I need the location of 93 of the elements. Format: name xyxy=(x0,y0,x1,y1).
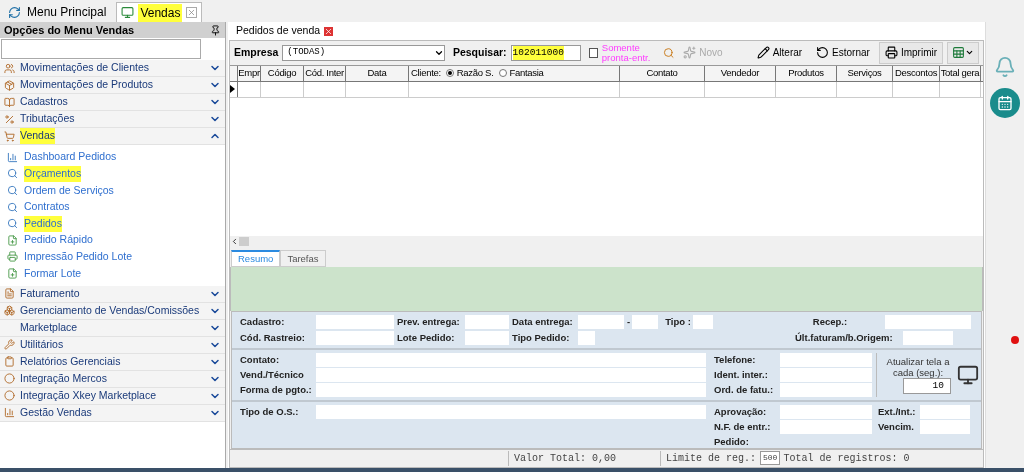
section-label: Gestão Vendas xyxy=(20,404,92,420)
menu-item[interactable]: Dashboard Pedidos xyxy=(0,149,225,166)
window-tab[interactable]: Vendas xyxy=(116,2,203,22)
field-label: Telefone: xyxy=(714,352,757,367)
section-label: Faturamento xyxy=(20,285,80,301)
section-label: Gerenciamento de Vendas/Comissões xyxy=(20,302,200,318)
field-label: Vencim. xyxy=(878,419,915,434)
window-tab[interactable]: Menu Principal xyxy=(4,2,113,22)
field-label: Ord. de fatu.: xyxy=(714,382,775,397)
menu-item[interactable]: Orçamentos xyxy=(0,165,225,183)
field-label: Lote Pedido: xyxy=(397,330,456,345)
column-header[interactable]: Data xyxy=(346,65,409,81)
item-label: Contratos xyxy=(24,199,70,215)
field-label: Tipo Pedido: xyxy=(512,330,571,345)
panel-title: Opções do Menu Vendas xyxy=(4,22,135,38)
tab-label: Menu Principal xyxy=(26,4,108,21)
column-header[interactable]: Serviços xyxy=(837,65,893,81)
column-header[interactable]: Total gera xyxy=(940,65,981,81)
section-label: Integração Xkey Marketplace xyxy=(20,387,156,403)
menu-item[interactable]: Contratos xyxy=(0,198,225,216)
column-header[interactable]: Produtos xyxy=(776,65,837,81)
field-label: Prev. entrega: xyxy=(397,314,461,329)
menu-section[interactable]: Movimentações de Clientes xyxy=(0,60,225,77)
column-header[interactable]: Empr xyxy=(238,65,261,81)
radio-option[interactable]: Fantasia xyxy=(498,66,544,81)
menu-item[interactable]: Pedidos xyxy=(0,215,225,232)
tab[interactable]: Tarefas xyxy=(280,250,326,268)
record-count: Total de registros: 0 xyxy=(783,452,910,466)
item-label: Orçamentos xyxy=(24,166,82,182)
toolbar-button[interactable]: Estornar xyxy=(811,41,875,64)
checkbox-label: Somente pronta-entr. xyxy=(601,42,652,63)
section-label: Movimentações de Clientes xyxy=(20,60,149,76)
column-header[interactable]: Cliente: Razão S. Fantasia xyxy=(409,65,620,81)
field-label: Forma de pgto.: xyxy=(240,382,313,397)
field-label: Cód. Rastreio: xyxy=(240,330,306,345)
field-label: - xyxy=(627,314,632,329)
field-label: Últ.faturam/b.Origem: xyxy=(795,330,894,345)
field-label: N.F. de entr.: xyxy=(714,419,772,434)
menu-item[interactable]: Formar Lote xyxy=(0,265,225,282)
section-label: Vendas xyxy=(20,128,56,144)
refresh-label: Atualizar tela a cada (seg.): xyxy=(885,356,951,378)
field-label: Pesquisar: xyxy=(452,45,507,61)
section-label: Tributações xyxy=(20,111,75,127)
menu-section[interactable]: Faturamento xyxy=(0,285,225,303)
field-label: Ident. inter.: xyxy=(714,367,769,382)
tab[interactable]: Resumo xyxy=(231,250,281,268)
menu-section[interactable]: Movimentações de Produtos xyxy=(0,77,225,94)
column-label: Cliente: xyxy=(411,66,441,81)
item-label: Pedidos xyxy=(24,215,62,232)
field-label: Aprovação: xyxy=(714,404,768,419)
section-label: Marketplace xyxy=(20,319,78,335)
toolbar-button[interactable]: Alterar xyxy=(751,41,808,64)
field-label: Empresa xyxy=(234,45,279,61)
company-dropdown[interactable]: (TODAS) xyxy=(282,44,445,61)
total-value: Valor Total: 0,00 xyxy=(508,451,660,466)
item-label: Dashboard Pedidos xyxy=(24,149,117,165)
search-field[interactable]: 102011000 xyxy=(510,44,582,61)
field-label: Tipo : xyxy=(665,314,692,329)
column-header[interactable]: Descontos xyxy=(893,65,940,81)
item-label: Formar Lote xyxy=(24,265,82,281)
menu-section[interactable]: Cadastros xyxy=(0,94,225,111)
field-label: Ext./Int.: xyxy=(878,404,917,419)
column-header[interactable]: Contato xyxy=(620,65,705,81)
field-label: Vend./Técnico xyxy=(240,367,305,382)
field-label: Pedido: xyxy=(714,434,750,449)
menu-section[interactable]: Tributações xyxy=(0,111,225,128)
item-label: Pedido Rápido xyxy=(24,232,93,248)
limit-label: Limite de reg.: xyxy=(660,451,756,466)
column-header[interactable]: Cód. Inter xyxy=(304,65,346,81)
section-label: Utilitários xyxy=(20,336,64,352)
menu-item[interactable]: Pedido Rápido xyxy=(0,231,225,249)
limit-spinner[interactable]: 500 xyxy=(760,451,781,466)
toolbar-button[interactable]: Imprimir xyxy=(878,41,943,64)
column-header[interactable]: Vendedor xyxy=(705,65,776,81)
section-label: Relatórios Gerenciais xyxy=(20,353,121,369)
menu-item[interactable]: Ordem de Serviços xyxy=(0,182,225,199)
item-label: Ordem de Serviços xyxy=(24,182,114,198)
item-label: Impressão Pedido Lote xyxy=(24,249,132,264)
section-label: Cadastros xyxy=(20,94,68,110)
field-label: Cadastro: xyxy=(240,314,286,329)
field-label: Recep.: xyxy=(812,314,849,329)
refresh-interval-field[interactable]: 10 xyxy=(903,378,951,394)
menu-item[interactable]: Impressão Pedido Lote xyxy=(0,248,225,266)
radio-option[interactable]: Razão S. xyxy=(445,66,494,81)
field-label: Tipo de O.S.: xyxy=(240,404,300,419)
section-label: Movimentações de Produtos xyxy=(20,77,154,93)
field-label: Data entrega: xyxy=(512,314,574,329)
section-label: Integração Mercos xyxy=(20,370,107,386)
document-tab[interactable]: Pedidos de venda xyxy=(232,23,338,39)
menu-section[interactable]: Vendas xyxy=(0,128,225,145)
field-label: Contato: xyxy=(240,352,281,367)
column-header[interactable]: Código xyxy=(261,65,304,81)
tab-label: Vendas xyxy=(138,3,183,22)
